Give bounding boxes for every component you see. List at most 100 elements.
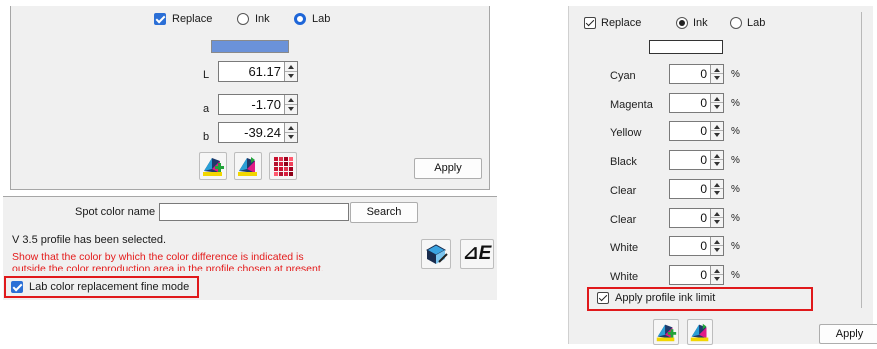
mode-ink-radio[interactable]: Ink [237, 13, 270, 25]
ink-limit-label: Apply profile ink limit [615, 292, 716, 304]
printer-add-icon [656, 324, 677, 342]
printer-replace-icon [238, 157, 257, 176]
printer-add-button-ink[interactable] [653, 319, 679, 345]
ink-label: Clear [610, 214, 637, 226]
radio-unselected-icon [730, 17, 742, 29]
field-l-label: L [203, 69, 210, 81]
ink-value: 0 [700, 182, 707, 196]
ink-value-spinner[interactable]: 0 [669, 150, 724, 170]
spinner-arrows-icon[interactable] [284, 123, 297, 142]
percent-label: % [731, 155, 740, 166]
spinner-arrows-icon[interactable] [710, 94, 723, 112]
ink-label: Yellow [610, 127, 642, 139]
ink-label: Black [610, 156, 637, 168]
ink-value: 0 [700, 211, 707, 225]
ink-value-spinner[interactable]: 0 [669, 236, 724, 256]
printer-replace-icon [690, 323, 709, 342]
checkbox-checked-icon [154, 13, 166, 25]
warning-line-2: outside the color reproduction area in t… [12, 263, 324, 271]
percent-label: % [731, 213, 740, 224]
ink-value: 0 [700, 268, 707, 282]
mode-ink-label-right: Ink [693, 17, 708, 29]
field-l-spinner[interactable]: 61.17 [218, 61, 298, 82]
ink-replace-panel: Replace Ink Lab Cyan 0% Magenta 0% Yellow 0% B… [568, 6, 877, 345]
checkbox-checked-icon [584, 17, 596, 29]
color-picker-button[interactable] [421, 239, 451, 269]
percent-label: % [731, 184, 740, 195]
mode-lab-radio[interactable]: Lab [294, 13, 330, 25]
printer-add-icon [203, 158, 224, 176]
field-b-value: -39.24 [244, 125, 281, 140]
ink-label: Cyan [610, 70, 636, 82]
replace-checkbox[interactable]: Replace [154, 13, 212, 25]
percent-label: % [731, 241, 740, 252]
printer-replace-button[interactable] [234, 152, 262, 180]
mode-lab-label: Lab [312, 13, 331, 25]
delta-e-button[interactable]: ⊿E [460, 239, 494, 269]
ink-value: 0 [700, 153, 707, 167]
spot-color-input[interactable] [159, 203, 349, 221]
profile-status: V 3.5 profile has been selected. [12, 234, 167, 246]
spinner-arrows-icon[interactable] [710, 266, 723, 284]
ink-value: 0 [700, 124, 707, 138]
radio-selected-icon [676, 17, 688, 29]
fine-mode-label: Lab color replacement fine mode [29, 281, 190, 293]
ink-value: 0 [700, 239, 707, 253]
checkbox-checked-icon [11, 281, 23, 293]
spot-color-label: Spot color name [75, 206, 156, 218]
spinner-arrows-icon[interactable] [710, 209, 723, 227]
field-b-spinner[interactable]: -39.24 [218, 122, 298, 143]
printer-add-button[interactable] [199, 152, 227, 180]
ink-value-spinner[interactable]: 0 [669, 179, 724, 199]
apply-button-ink[interactable]: Apply [819, 324, 877, 344]
field-a-value: -1.70 [251, 97, 281, 112]
percent-label: % [731, 126, 740, 137]
ink-limit-checkbox[interactable]: Apply profile ink limit [597, 292, 715, 304]
printer-replace-button-ink[interactable] [687, 319, 713, 345]
color-grid-button[interactable] [269, 152, 297, 180]
field-a-label: a [203, 103, 210, 115]
replace-label: Replace [172, 13, 213, 25]
color-swatch-ink [649, 40, 723, 54]
ink-label: Magenta [610, 99, 653, 111]
ink-value-spinner[interactable]: 0 [669, 208, 724, 228]
warning-line-1: Show that the color by which the color d… [12, 251, 304, 263]
color-swatch [211, 40, 289, 53]
ink-value-spinner[interactable]: 0 [669, 64, 724, 84]
field-l-value: 61.17 [248, 64, 281, 79]
mode-lab-label-right: Lab [747, 17, 766, 29]
mode-lab-radio-right[interactable]: Lab [730, 17, 765, 29]
percent-label: % [731, 98, 740, 109]
fine-mode-checkbox[interactable]: Lab color replacement fine mode [11, 281, 189, 293]
ink-value: 0 [700, 67, 707, 81]
checkbox-checked-icon [597, 292, 609, 304]
percent-label: % [731, 69, 740, 80]
spinner-arrows-icon[interactable] [710, 237, 723, 255]
replace-label-ink: Replace [601, 17, 642, 29]
apply-button[interactable]: Apply [414, 158, 482, 179]
replace-checkbox-ink[interactable]: Replace [584, 17, 641, 29]
spinner-arrows-icon[interactable] [710, 65, 723, 83]
color-grid-icon [274, 157, 293, 176]
percent-label: % [731, 270, 740, 281]
lab-replace-panel: Replace Ink Lab L 61.17 a -1.70 b -39.24 [10, 6, 490, 190]
mode-ink-label: Ink [255, 13, 270, 25]
color-picker-icon [425, 244, 448, 264]
spinner-arrows-icon[interactable] [710, 180, 723, 198]
field-b-label: b [203, 131, 210, 143]
ink-label: Clear [610, 185, 637, 197]
spinner-arrows-icon[interactable] [710, 151, 723, 169]
radio-unselected-icon [237, 13, 249, 25]
search-button[interactable]: Search [350, 202, 418, 223]
ink-value-spinner[interactable]: 0 [669, 121, 724, 141]
ink-value-spinner[interactable]: 0 [669, 93, 724, 113]
spinner-arrows-icon[interactable] [284, 62, 297, 81]
spinner-arrows-icon[interactable] [710, 122, 723, 140]
ink-value-spinner[interactable]: 0 [669, 265, 724, 285]
ink-label: White [610, 271, 639, 283]
field-a-spinner[interactable]: -1.70 [218, 94, 298, 115]
ink-value: 0 [700, 96, 707, 110]
ink-label: White [610, 242, 639, 254]
spinner-arrows-icon[interactable] [284, 95, 297, 114]
mode-ink-radio-right[interactable]: Ink [676, 17, 708, 29]
